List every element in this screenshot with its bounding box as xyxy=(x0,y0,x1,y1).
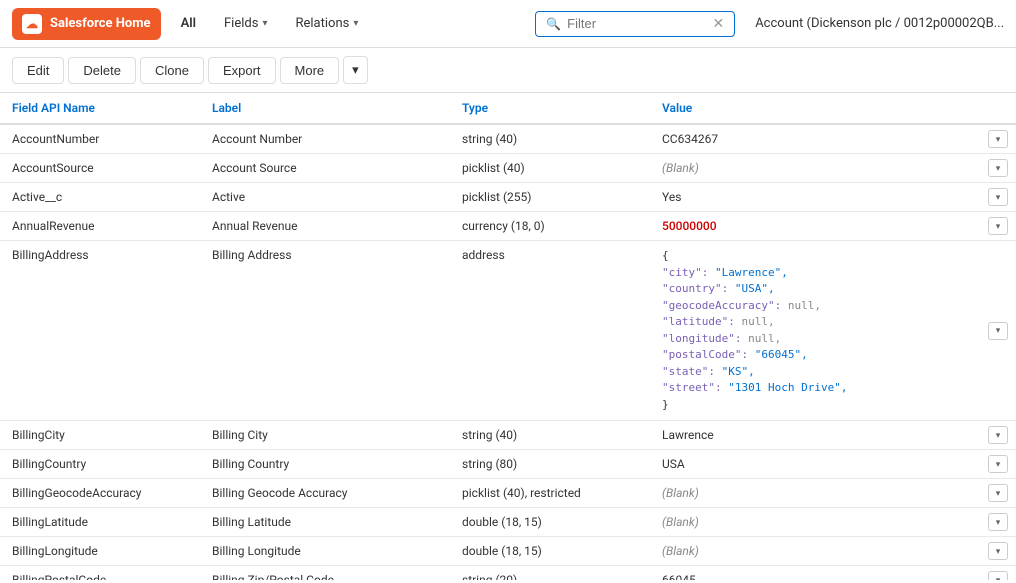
col-header-api[interactable]: Field API Name xyxy=(0,93,200,124)
table-row: BillingLatitudeBilling Latitudedouble (1… xyxy=(0,508,1016,537)
col-header-type[interactable]: Type xyxy=(450,93,650,124)
more-dropdown-button[interactable]: ▾ xyxy=(343,56,368,84)
cell-label: Billing Longitude xyxy=(200,537,450,566)
tab-fields-label: Fields xyxy=(224,16,258,31)
clear-search-button[interactable]: ✕ xyxy=(712,16,724,32)
table-row: BillingLongitudeBilling Longitudedouble … xyxy=(0,537,1016,566)
cell-api-name: AccountSource xyxy=(0,154,200,183)
cell-value: CC634267▾ xyxy=(650,124,1016,154)
cell-api-name: AccountNumber xyxy=(0,124,200,154)
cell-type: address xyxy=(450,241,650,421)
cell-label: Billing Latitude xyxy=(200,508,450,537)
row-action-dropdown[interactable]: ▾ xyxy=(988,188,1008,206)
cell-type: double (18, 15) xyxy=(450,537,650,566)
row-action-dropdown[interactable]: ▾ xyxy=(988,513,1008,531)
cell-value: Lawrence▾ xyxy=(650,421,1016,450)
cell-value: USA▾ xyxy=(650,450,1016,479)
cell-value: Yes▾ xyxy=(650,183,1016,212)
cell-api-name: BillingGeocodeAccuracy xyxy=(0,479,200,508)
cell-value: (Blank)▾ xyxy=(650,154,1016,183)
row-action-dropdown[interactable]: ▾ xyxy=(988,542,1008,560)
cell-api-name: BillingAddress xyxy=(0,241,200,421)
chevron-down-icon: ▾ xyxy=(353,18,358,29)
record-title: Account (Dickenson plc / 0012p00002QB... xyxy=(755,16,1004,31)
filter-input[interactable] xyxy=(567,16,706,31)
table-row: BillingGeocodeAccuracyBilling Geocode Ac… xyxy=(0,479,1016,508)
tab-relations-label: Relations xyxy=(295,16,349,31)
cell-type: string (20) xyxy=(450,566,650,581)
salesforce-cloud-icon: ☁ xyxy=(22,14,42,34)
cell-type: picklist (255) xyxy=(450,183,650,212)
col-header-value[interactable]: Value xyxy=(650,93,1016,124)
cell-label: Billing Geocode Accuracy xyxy=(200,479,450,508)
app-logo-text: Salesforce Home xyxy=(50,16,151,31)
tab-fields[interactable]: Fields ▾ xyxy=(212,10,279,37)
cell-label: Account Source xyxy=(200,154,450,183)
cell-api-name: BillingCity xyxy=(0,421,200,450)
cell-type: picklist (40), restricted xyxy=(450,479,650,508)
cell-api-name: BillingLongitude xyxy=(0,537,200,566)
table-row: BillingPostalCodeBilling Zip/Postal Code… xyxy=(0,566,1016,581)
tab-relations[interactable]: Relations ▾ xyxy=(283,10,370,37)
cell-api-name: BillingPostalCode xyxy=(0,566,200,581)
cell-api-name: BillingCountry xyxy=(0,450,200,479)
row-action-dropdown[interactable]: ▾ xyxy=(988,322,1008,340)
cell-value: { "city": "Lawrence", "country": "USA", … xyxy=(650,241,1016,421)
fields-table-container: Field API Name Label Type Value AccountN… xyxy=(0,93,1016,580)
main-content: Field API Name Label Type Value AccountN… xyxy=(0,93,1016,580)
export-button[interactable]: Export xyxy=(208,57,276,84)
row-action-dropdown[interactable]: ▾ xyxy=(988,159,1008,177)
cell-label: Billing Zip/Postal Code xyxy=(200,566,450,581)
cell-label: Account Number xyxy=(200,124,450,154)
fields-table: Field API Name Label Type Value AccountN… xyxy=(0,93,1016,580)
cell-value: 66045▾ xyxy=(650,566,1016,581)
table-row: BillingCountryBilling Countrystring (80)… xyxy=(0,450,1016,479)
row-action-dropdown[interactable]: ▾ xyxy=(988,217,1008,235)
table-row: BillingAddressBilling Addressaddress{ "c… xyxy=(0,241,1016,421)
app-logo[interactable]: ☁ Salesforce Home xyxy=(12,8,161,40)
table-row: BillingCityBilling Citystring (40)Lawren… xyxy=(0,421,1016,450)
cell-label: Billing City xyxy=(200,421,450,450)
nav-tabs: All Fields ▾ Relations ▾ xyxy=(169,10,528,37)
cell-value: (Blank)▾ xyxy=(650,479,1016,508)
search-icon: 🔍 xyxy=(546,17,561,31)
edit-button[interactable]: Edit xyxy=(12,57,64,84)
cell-label: Active xyxy=(200,183,450,212)
table-row: AnnualRevenueAnnual Revenuecurrency (18,… xyxy=(0,212,1016,241)
clone-button[interactable]: Clone xyxy=(140,57,204,84)
cell-label: Annual Revenue xyxy=(200,212,450,241)
action-bar: Edit Delete Clone Export More ▾ xyxy=(0,48,1016,93)
top-nav: ☁ Salesforce Home All Fields ▾ Relations… xyxy=(0,0,1016,48)
cell-type: double (18, 15) xyxy=(450,508,650,537)
cell-value: (Blank)▾ xyxy=(650,537,1016,566)
row-action-dropdown[interactable]: ▾ xyxy=(988,455,1008,473)
cell-type: currency (18, 0) xyxy=(450,212,650,241)
cell-api-name: BillingLatitude xyxy=(0,508,200,537)
cell-label: Billing Address xyxy=(200,241,450,421)
row-action-dropdown[interactable]: ▾ xyxy=(988,571,1008,580)
chevron-down-icon: ▾ xyxy=(262,18,267,29)
more-button[interactable]: More xyxy=(280,57,340,84)
filter-search-box[interactable]: 🔍 ✕ xyxy=(535,11,735,37)
table-row: Active__cActivepicklist (255)Yes▾ xyxy=(0,183,1016,212)
row-action-dropdown[interactable]: ▾ xyxy=(988,484,1008,502)
tab-all[interactable]: All xyxy=(169,10,208,37)
cell-type: string (40) xyxy=(450,124,650,154)
table-row: AccountSourceAccount Sourcepicklist (40)… xyxy=(0,154,1016,183)
cell-value: (Blank)▾ xyxy=(650,508,1016,537)
cell-type: picklist (40) xyxy=(450,154,650,183)
table-row: AccountNumberAccount Numberstring (40)CC… xyxy=(0,124,1016,154)
cell-type: string (40) xyxy=(450,421,650,450)
col-header-label[interactable]: Label xyxy=(200,93,450,124)
cell-value: 50000000▾ xyxy=(650,212,1016,241)
delete-button[interactable]: Delete xyxy=(68,57,136,84)
cell-api-name: Active__c xyxy=(0,183,200,212)
cell-type: string (80) xyxy=(450,450,650,479)
cell-label: Billing Country xyxy=(200,450,450,479)
tab-all-label: All xyxy=(181,16,196,31)
row-action-dropdown[interactable]: ▾ xyxy=(988,130,1008,148)
cell-api-name: AnnualRevenue xyxy=(0,212,200,241)
row-action-dropdown[interactable]: ▾ xyxy=(988,426,1008,444)
